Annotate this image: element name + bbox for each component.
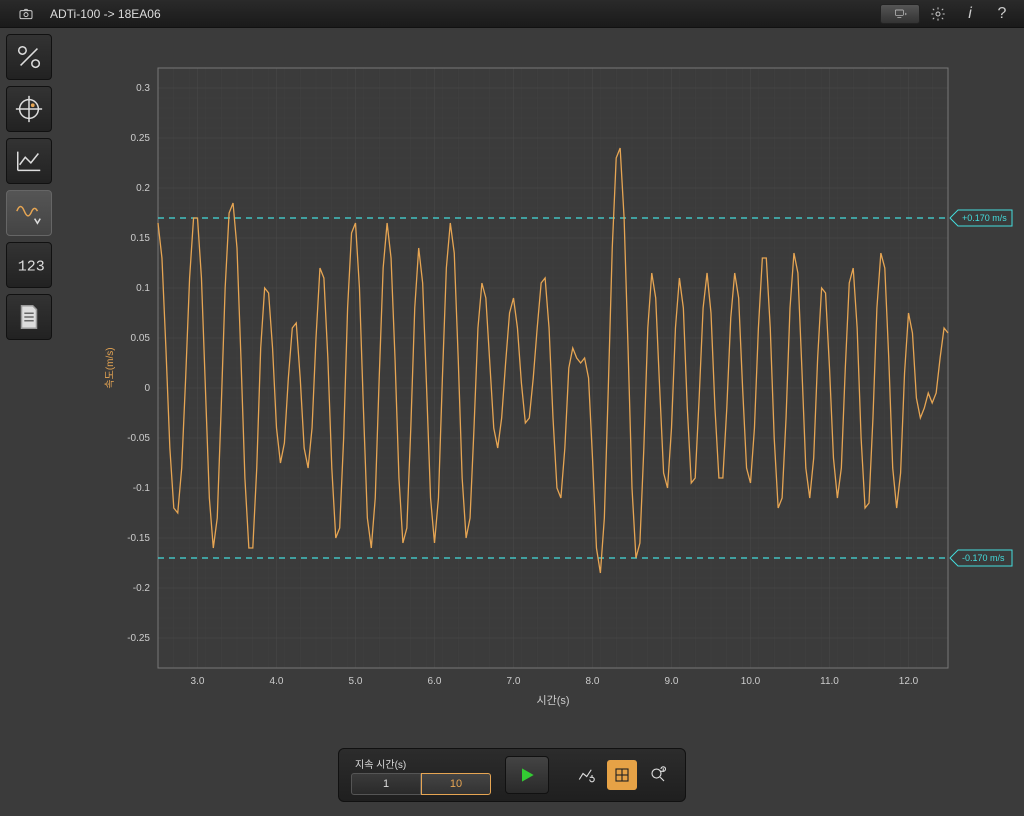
svg-text:시간(s): 시간(s) [536,694,569,707]
svg-text:10.0: 10.0 [741,676,761,687]
svg-text:0.15: 0.15 [131,233,151,244]
help-icon[interactable]: ? [988,4,1016,24]
svg-text:9.0: 9.0 [665,676,679,687]
svg-text:0.1: 0.1 [136,283,150,294]
zoom-reset-icon[interactable] [643,760,673,790]
svg-text:-0.25: -0.25 [127,633,150,644]
svg-text:0.05: 0.05 [131,333,151,344]
sidebar-percent[interactable] [6,34,52,80]
sidebar-speed-wave[interactable] [6,190,52,236]
display-dropdown[interactable] [880,4,920,24]
grid-toggle-icon[interactable] [607,760,637,790]
svg-text:-0.15: -0.15 [127,533,150,544]
svg-text:6.0: 6.0 [428,676,442,687]
bottom-toolbar: 지속 시간(s) 1 10 [338,748,686,802]
plot-area: 3.0 4.0 5.0 6.0 7.0 8.0 9.0 10.0 11.0 12.0 0.3 0.25… [58,28,1024,748]
reset-chart-icon[interactable] [571,760,601,790]
svg-text:-0.2: -0.2 [133,583,151,594]
svg-text:속도(m/s): 속도(m/s) [104,347,116,388]
duration-label: 지속 시간(s) [351,756,491,771]
svg-text:123: 123 [18,259,44,276]
svg-text:4.0: 4.0 [270,676,284,687]
svg-text:5.0: 5.0 [349,676,363,687]
duration-toggle: 1 10 [351,773,491,795]
header-bar: ADTi-100 -> 18EA06 i ? [0,0,1024,28]
svg-text:0.25: 0.25 [131,133,151,144]
duration-10s[interactable]: 10 [421,773,491,795]
svg-text:7.0: 7.0 [507,676,521,687]
device-title: ADTi-100 -> 18EA06 [50,7,161,21]
svg-text:-0.170 m/s: -0.170 m/s [962,553,1005,563]
svg-text:+0.170 m/s: +0.170 m/s [962,213,1007,223]
sidebar-digits[interactable]: 123 [6,242,52,288]
info-icon[interactable]: i [956,4,984,24]
sidebar-target[interactable] [6,86,52,132]
svg-text:-0.1: -0.1 [133,483,151,494]
sidebar-document[interactable] [6,294,52,340]
svg-text:0: 0 [144,383,150,394]
velocity-chart[interactable]: 3.0 4.0 5.0 6.0 7.0 8.0 9.0 10.0 11.0 12.0 0.3 0.25… [98,48,1018,728]
svg-text:12.0: 12.0 [899,676,919,687]
svg-text:-0.05: -0.05 [127,433,150,444]
play-button[interactable] [505,756,549,794]
settings-icon[interactable] [924,4,952,24]
duration-1s[interactable]: 1 [351,773,421,795]
sidebar: 123 [0,28,58,748]
svg-text:11.0: 11.0 [820,676,839,687]
svg-text:0.2: 0.2 [136,183,150,194]
svg-text:0.3: 0.3 [136,83,150,94]
sidebar-line-chart[interactable] [6,138,52,184]
svg-text:3.0: 3.0 [191,676,205,687]
camera-icon[interactable] [12,4,40,24]
svg-text:8.0: 8.0 [586,676,600,687]
